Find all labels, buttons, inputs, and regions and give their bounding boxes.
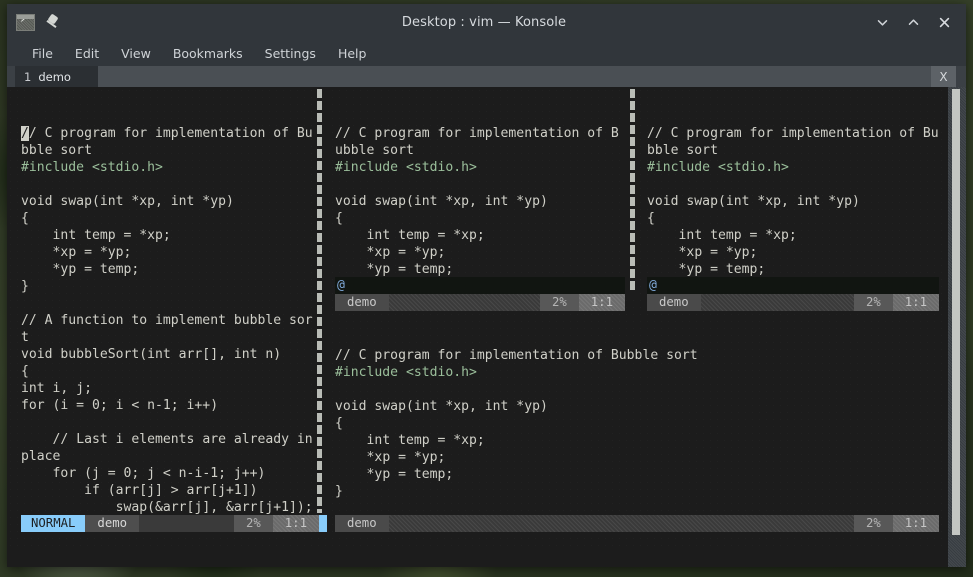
titlebar-left-icons	[7, 11, 136, 31]
pin-icon[interactable]	[45, 14, 61, 30]
statusline-position-left: 1:1	[272, 515, 319, 532]
vim-pane-top-right[interactable]: // C program for implementation of Bubbl…	[647, 87, 939, 277]
minimize-icon[interactable]	[875, 15, 890, 30]
vim-pane-top-middle-text: // C program for implementation of Bubbl…	[335, 126, 619, 277]
vim-cursor: /	[21, 126, 29, 141]
konsole-scrollbar[interactable]	[948, 87, 966, 567]
statusline-percent-left: 2%	[233, 515, 273, 532]
tabbar: 1 demo X	[7, 66, 966, 87]
tab-label: demo	[38, 69, 71, 84]
statusline-file-bottom: demo	[335, 515, 389, 532]
vim-command-line[interactable]	[7, 551, 948, 567]
close-tab-button[interactable]: X	[931, 66, 956, 87]
menu-item-settings[interactable]: Settings	[254, 43, 327, 64]
vim-scrollbar-middle-track	[630, 89, 635, 292]
konsole-window: Desktop : vim — Konsole File Edit View	[7, 4, 966, 567]
statusline-percent-bottom: 2%	[853, 515, 893, 532]
vim-scrollbar-left-track	[317, 89, 322, 513]
statusline-endcap-left	[319, 515, 327, 532]
vim-pane-bottom-text: // C program for implementation of Bubbl…	[335, 348, 698, 499]
window-titlebar: Desktop : vim — Konsole	[7, 4, 966, 40]
statusline-spacer-left	[139, 515, 234, 532]
menu-item-edit[interactable]: Edit	[64, 43, 110, 64]
vim-pane-left-text: // C program for implementation of Bubbl…	[21, 126, 313, 515]
statusline-mode-left: NORMAL	[21, 515, 86, 532]
tabbar-empty-area	[98, 66, 931, 87]
tab-demo[interactable]: 1 demo	[15, 66, 98, 87]
statusline-position-bottom: 1:1	[892, 515, 939, 532]
window-title: Desktop : vim — Konsole	[401, 14, 567, 30]
maximize-icon[interactable]	[906, 15, 921, 30]
menu-item-file[interactable]: File	[21, 43, 64, 64]
vim-scrollbar-left[interactable]	[313, 87, 326, 515]
vim-pane-top-right-text: // C program for implementation of Bubbl…	[647, 126, 939, 277]
menu-item-bookmarks[interactable]: Bookmarks	[162, 43, 254, 64]
vim-statusline-left: NORMAL demo 2% 1:1	[21, 515, 327, 532]
tab-number: 1	[24, 69, 32, 84]
statusline-spacer-bottom	[388, 515, 854, 532]
vim-statusline-bottom: demo 2% 1:1	[335, 515, 939, 532]
tabbar-right-cap	[956, 66, 966, 87]
statusline-file-left: demo	[85, 515, 140, 532]
menu-item-view[interactable]: View	[110, 43, 162, 64]
konsole-icon	[16, 11, 35, 31]
vim-pane-bottom[interactable]: // C program for implementation of Bubbl…	[335, 309, 935, 515]
vim-editor: // C program for implementation of Bubbl…	[7, 87, 948, 567]
close-icon[interactable]	[937, 15, 952, 30]
terminal-surface[interactable]: // C program for implementation of Bubbl…	[7, 87, 948, 567]
vim-filler-line-right: @	[647, 277, 939, 294]
menu-item-help[interactable]: Help	[327, 43, 378, 64]
vim-pane-left[interactable]: // C program for implementation of Bubbl…	[21, 87, 313, 515]
terminal-area: // C program for implementation of Bubbl…	[7, 87, 966, 567]
window-controls	[832, 15, 966, 30]
konsole-scrollbar-thumb[interactable]	[952, 89, 960, 535]
vim-pane-top-middle[interactable]: // C program for implementation of Bubbl…	[335, 87, 625, 277]
vim-filler-line-middle: @	[335, 277, 625, 294]
vim-scrollbar-middle[interactable]	[626, 87, 639, 294]
menubar: File Edit View Bookmarks Settings Help	[7, 40, 966, 66]
